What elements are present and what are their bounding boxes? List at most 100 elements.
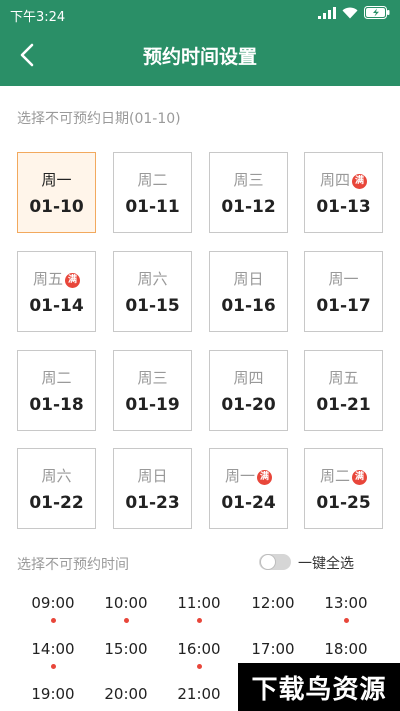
date-weekday: 周三 [210, 169, 287, 190]
time-slot[interactable]: 11:00 [169, 594, 229, 623]
date-cell[interactable]: 周日 01-16 [209, 251, 288, 332]
date-value: 01-16 [221, 296, 276, 316]
time-slot-label: 21:00 [177, 685, 221, 703]
date-cell[interactable]: 周二 01-11 [113, 152, 192, 233]
date-value: 01-19 [125, 395, 180, 415]
date-cell[interactable]: 周五 01-21 [304, 350, 383, 431]
time-section-label: 选择不可预约时间 [17, 557, 129, 573]
date-cell[interactable]: 周日 01-23 [113, 448, 192, 529]
date-value: 01-20 [221, 395, 276, 415]
date-weekday: 周日 [210, 268, 287, 289]
time-slot[interactable]: 10:00 [96, 594, 156, 623]
select-all-toggle[interactable] [259, 554, 291, 570]
toggle-knob [260, 554, 276, 570]
weekday-label: 周一 [224, 467, 255, 485]
date-grid: 周一 01-10 周二 01-11 周三 01-12 周四满 01-13 周五满 01-14 周六 0… [17, 152, 383, 530]
date-weekday: 周二 [18, 367, 95, 388]
weekday-label: 周五 [32, 270, 63, 288]
date-value: 01-12 [221, 197, 276, 217]
time-slot-label: 19:00 [31, 685, 75, 703]
time-slot-label: 18:00 [324, 640, 368, 658]
weekday-label: 周一 [41, 171, 72, 189]
date-cell[interactable]: 周二满 01-25 [304, 448, 383, 529]
date-value: 01-23 [125, 493, 180, 513]
date-weekday: 周四满 [305, 169, 382, 190]
date-weekday: 周三 [114, 367, 191, 388]
time-slot-label: 17:00 [251, 640, 295, 658]
time-slot[interactable]: 16:00 [169, 640, 229, 669]
date-weekday: 周二 [114, 169, 191, 190]
status-bar: 下午3:24 [0, 0, 400, 28]
time-slot[interactable]: 15:00 [96, 640, 156, 658]
signal-icon [318, 6, 336, 19]
date-weekday: 周五满 [18, 268, 95, 289]
date-weekday: 周一 [305, 268, 382, 289]
date-value: 01-15 [125, 296, 180, 316]
date-section-label: 选择不可预约日期(01-10) [17, 111, 181, 127]
date-cell[interactable]: 周一 01-17 [304, 251, 383, 332]
time-slot[interactable]: 19:00 [23, 685, 83, 703]
date-weekday: 周四 [210, 367, 287, 388]
date-value: 01-18 [29, 395, 84, 415]
weekday-label: 周四 [319, 171, 350, 189]
weekday-label: 周二 [137, 171, 168, 189]
time-slot[interactable]: 17:00 [243, 640, 303, 658]
time-slot-label: 15:00 [104, 640, 148, 658]
weekday-label: 周四 [233, 369, 264, 387]
booked-dot-icon [196, 664, 202, 669]
date-weekday: 周五 [305, 367, 382, 388]
date-cell[interactable]: 周五满 01-14 [17, 251, 96, 332]
date-cell[interactable]: 周四满 01-13 [304, 152, 383, 233]
date-weekday: 周二满 [305, 465, 382, 486]
weekday-label: 周日 [233, 270, 264, 288]
time-slot[interactable]: 09:00 [23, 594, 83, 623]
booked-dot-icon [196, 618, 202, 623]
weekday-label: 周一 [328, 270, 359, 288]
date-cell[interactable]: 周二 01-18 [17, 350, 96, 431]
full-badge: 满 [65, 273, 80, 288]
date-cell[interactable]: 周三 01-19 [113, 350, 192, 431]
date-cell[interactable]: 周六 01-22 [17, 448, 96, 529]
date-weekday: 周一满 [210, 465, 287, 486]
full-badge: 满 [352, 174, 367, 189]
time-slot-label: 16:00 [177, 640, 221, 658]
weekday-label: 周日 [137, 467, 168, 485]
date-value: 01-24 [221, 493, 276, 513]
date-value: 01-11 [125, 197, 180, 217]
date-cell[interactable]: 周一满 01-24 [209, 448, 288, 529]
date-weekday: 周六 [18, 465, 95, 486]
booked-dot-icon [50, 618, 56, 623]
weekday-label: 周六 [137, 270, 168, 288]
select-all-label[interactable]: 一键全选 [298, 553, 354, 573]
date-value: 01-17 [316, 296, 371, 316]
date-value: 01-21 [316, 395, 371, 415]
weekday-label: 周三 [137, 369, 168, 387]
time-slot-label: 13:00 [324, 594, 368, 612]
date-value: 01-22 [29, 493, 84, 513]
full-badge: 满 [352, 470, 367, 485]
time-slot[interactable]: 13:00 [316, 594, 376, 623]
booked-dot-icon [343, 618, 349, 623]
weekday-label: 周五 [328, 369, 359, 387]
time-slot-label: 20:00 [104, 685, 148, 703]
time-slot-label: 12:00 [251, 594, 295, 612]
date-weekday: 周六 [114, 268, 191, 289]
app-header: 下午3:24 预约时间设置 [0, 0, 400, 86]
date-value: 01-25 [316, 493, 371, 513]
time-slot[interactable]: 14:00 [23, 640, 83, 669]
time-slot[interactable]: 12:00 [243, 594, 303, 612]
booked-dot-icon [50, 664, 56, 669]
time-slot[interactable]: 21:00 [169, 685, 229, 703]
date-value: 01-13 [316, 197, 371, 217]
date-cell[interactable]: 周三 01-12 [209, 152, 288, 233]
status-time: 下午3:24 [10, 10, 66, 25]
time-slot-label: 11:00 [177, 594, 221, 612]
date-cell[interactable]: 周一 01-10 [17, 152, 96, 233]
weekday-label: 周二 [319, 467, 350, 485]
date-cell[interactable]: 周四 01-20 [209, 350, 288, 431]
date-cell[interactable]: 周六 01-15 [113, 251, 192, 332]
date-value: 01-14 [29, 296, 84, 316]
wifi-icon [342, 7, 358, 18]
time-slot-label: 10:00 [104, 594, 148, 612]
time-slot[interactable]: 20:00 [96, 685, 156, 703]
